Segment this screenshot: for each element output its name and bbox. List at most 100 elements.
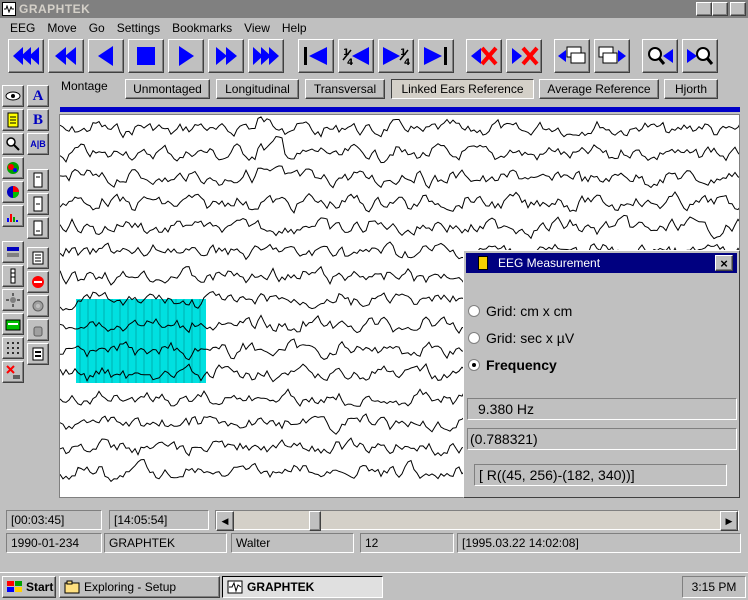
app-icon (2, 2, 16, 16)
menu-go[interactable]: Go (83, 21, 111, 35)
option-grid-sec[interactable]: Grid: sec x µV (468, 330, 574, 346)
copy-pages-right-button[interactable] (594, 39, 630, 73)
montage-linked-ears-button[interactable]: Linked Ears Reference (391, 79, 534, 99)
minimize-button[interactable]: _ (696, 2, 712, 16)
channel-list-tool-button[interactable] (2, 109, 24, 131)
copy-pages-left-button[interactable] (554, 39, 590, 73)
quarter-back-button[interactable]: 14 (338, 39, 374, 73)
scroll-left-button[interactable]: ◀ (216, 511, 234, 531)
page-down-tool-button[interactable] (27, 217, 49, 239)
layout-icon (7, 247, 19, 257)
menu-help[interactable]: Help (276, 21, 313, 35)
maximize-button[interactable]: ▭ (712, 2, 728, 16)
selection-region[interactable] (76, 299, 206, 383)
task-graphtek[interactable]: GRAPHTEK (222, 576, 383, 598)
radio-grid-cm[interactable] (468, 305, 480, 317)
view-a-button[interactable]: A (27, 85, 49, 107)
record-id: 1990-01-234 (6, 533, 102, 553)
fastest-forward-button[interactable] (248, 39, 284, 73)
montage-unmontaged-button[interactable]: Unmontaged (125, 79, 210, 99)
view-b-button[interactable]: B (27, 109, 49, 131)
radio-frequency[interactable] (468, 359, 480, 371)
folder-tool-button[interactable] (2, 313, 24, 335)
pie-tool-button[interactable] (2, 181, 24, 203)
zoom-tool-button[interactable] (2, 133, 24, 155)
fast-forward-icon (216, 47, 237, 65)
menu-settings[interactable]: Settings (111, 21, 166, 35)
menu-move[interactable]: Move (41, 21, 82, 35)
measurement-close-button[interactable]: × (715, 255, 733, 271)
hand-tool-button[interactable] (27, 319, 49, 341)
recording-datetime: [1995.03.22 14:02:08] (457, 533, 741, 553)
notes-tool-button[interactable] (27, 247, 49, 269)
zoom-back-icon (648, 47, 673, 65)
menu-bar: EEG Move Go Settings Bookmarks View Help (0, 19, 748, 37)
menu-eeg[interactable]: EEG (4, 21, 41, 35)
delete-marks-tool-button[interactable] (2, 361, 24, 383)
close-button[interactable]: × (730, 2, 746, 16)
fast-forward-button[interactable] (208, 39, 244, 73)
fast-rewind-button[interactable] (8, 39, 44, 73)
color-map-tool-button[interactable] (2, 157, 24, 179)
zoom-back-button[interactable] (642, 39, 678, 73)
layout-tool-button[interactable] (2, 241, 24, 263)
view-ab-button[interactable]: A|B (27, 133, 49, 155)
time-scrollbar[interactable]: ◀ ▶ (215, 510, 739, 531)
menu-view[interactable]: View (238, 21, 276, 35)
scroll-thumb[interactable] (309, 511, 321, 531)
delete-back-button[interactable] (466, 39, 502, 73)
play-forward-icon (179, 46, 194, 66)
user-name: Walter (231, 533, 354, 553)
go-to-end-button[interactable] (418, 39, 454, 73)
start-button[interactable]: Start (2, 576, 56, 598)
report-icon (32, 347, 44, 361)
eeg-channel-trace (60, 165, 739, 189)
page-position-bar (60, 107, 740, 112)
option-frequency-label: Frequency (486, 357, 557, 373)
page-up-tool-button[interactable] (27, 169, 49, 191)
report-tool-button[interactable] (27, 343, 49, 365)
menu-bookmarks[interactable]: Bookmarks (166, 21, 238, 35)
svg-text:4: 4 (347, 58, 353, 68)
task-exploring-setup[interactable]: Exploring - Setup (59, 576, 220, 598)
gear-tool-button[interactable] (27, 295, 49, 317)
rewind-button[interactable] (48, 39, 84, 73)
measurement-title: EEG Measurement (498, 256, 601, 270)
program-name: GRAPHTEK (104, 533, 227, 553)
option-frequency[interactable]: Frequency (468, 357, 557, 373)
option-grid-sec-label: Grid: sec x µV (486, 330, 575, 346)
option-grid-cm[interactable]: Grid: cm x cm (468, 303, 572, 319)
measurement-title-bar[interactable]: EEG Measurement × (466, 253, 737, 273)
montage-hjorth-button[interactable]: Hjorth (664, 79, 718, 99)
dot-grid-tool-button[interactable] (2, 337, 24, 359)
option-grid-cm-label: Grid: cm x cm (486, 303, 573, 319)
stop-sign-tool-button[interactable] (27, 271, 49, 293)
title-bar[interactable]: GRAPHTEK _ ▭ × (0, 0, 748, 18)
zoom-forward-button[interactable] (682, 39, 718, 73)
electrode-tool-button[interactable] (2, 265, 24, 287)
go-to-end-icon (424, 47, 447, 65)
page-mid-tool-button[interactable] (27, 193, 49, 215)
play-backward-icon (98, 46, 113, 66)
go-to-start-button[interactable] (298, 39, 334, 73)
delete-back-icon (471, 46, 498, 66)
montage-longitudinal-button[interactable]: Longitudinal (216, 79, 299, 99)
play-forward-button[interactable] (168, 39, 204, 73)
stop-button[interactable] (128, 39, 164, 73)
graphtek-icon (227, 580, 243, 594)
montage-transversal-button[interactable]: Transversal (305, 79, 385, 99)
window-title: GRAPHTEK (19, 2, 91, 16)
sun-tool-button[interactable] (2, 289, 24, 311)
page-icon (33, 172, 43, 188)
quarter-forward-button[interactable]: 14 (378, 39, 414, 73)
play-backward-button[interactable] (88, 39, 124, 73)
system-clock: 3:15 PM (682, 576, 746, 598)
radio-grid-sec[interactable] (468, 332, 480, 344)
delete-forward-button[interactable] (506, 39, 542, 73)
spectrum-icon (7, 214, 18, 222)
montage-average-reference-button[interactable]: Average Reference (539, 79, 659, 99)
spectrum-tool-button[interactable] (2, 205, 24, 227)
go-to-start-icon (304, 47, 327, 65)
pan-tool-button[interactable] (2, 85, 24, 107)
scroll-right-button[interactable]: ▶ (720, 511, 738, 531)
